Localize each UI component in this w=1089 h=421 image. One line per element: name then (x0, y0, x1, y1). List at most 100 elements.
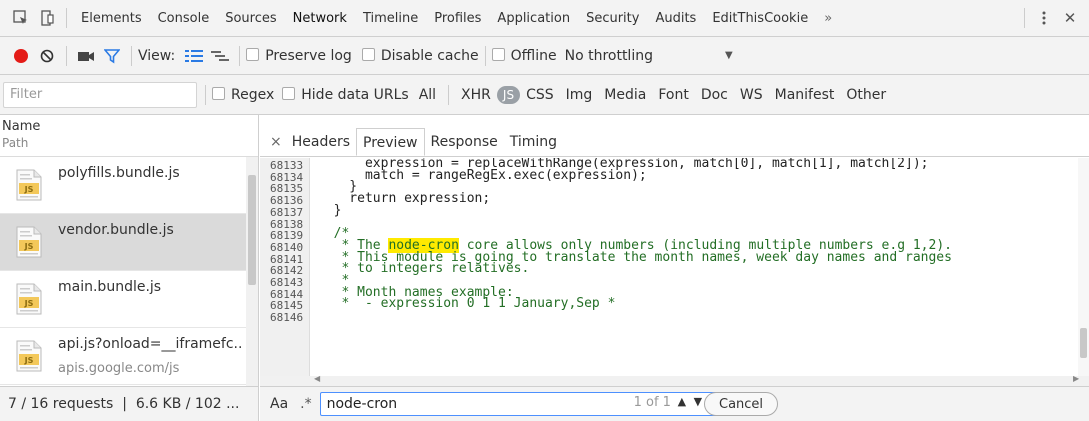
line-number: 68139 (270, 229, 304, 243)
filter-type-doc[interactable]: Doc (695, 85, 734, 105)
clear-icon[interactable] (34, 43, 60, 69)
regex-checkbox[interactable]: Regex (212, 86, 275, 103)
throttling-select[interactable]: No throttling ▼ (565, 48, 733, 64)
filter-type-all[interactable]: All (413, 85, 442, 105)
tab-network[interactable]: Network (285, 0, 355, 37)
tab-elements[interactable]: Elements (73, 0, 150, 37)
scroll-right-arrow-icon[interactable]: ▶ (1073, 374, 1079, 383)
request-row[interactable]: JS vendor.bundle.js (0, 214, 246, 271)
disable-cache-label: Disable cache (380, 47, 479, 64)
tab-console[interactable]: Console (150, 0, 218, 37)
disable-cache-checkbox[interactable]: Disable cache (361, 47, 479, 64)
code-line: match = rangeRegEx.exec(expression); (318, 167, 647, 183)
checkbox-box[interactable] (212, 86, 225, 100)
detail-tabs: × Headers Preview Response Timing (260, 115, 1089, 157)
filter-type-js[interactable]: JS (496, 85, 521, 104)
svg-text:JS: JS (24, 356, 34, 365)
name-column-header: Name (2, 119, 41, 134)
devtools-tab-bar: Elements Console Sources Network Timeline Pro… (0, 0, 1089, 37)
cancel-search-button[interactable]: Cancel (704, 392, 779, 416)
scrollbar-thumb[interactable] (1080, 328, 1087, 358)
code-line: } (318, 202, 342, 218)
regex-label: Regex (231, 86, 275, 103)
filter-type-font[interactable]: Font (652, 85, 694, 105)
js-file-icon: JS (16, 226, 42, 258)
filter-type-xhr[interactable]: XHR (455, 85, 497, 105)
overview-waterfall-icon[interactable] (207, 43, 233, 69)
preview-horizontal-scrollbar[interactable]: ◀ ▶ (260, 374, 1089, 386)
scrollbar-thumb[interactable] (248, 175, 256, 285)
filter-type-manifest[interactable]: Manifest (769, 85, 841, 105)
request-list-scrollbar[interactable] (246, 157, 258, 386)
filter-type-img[interactable]: Img (560, 85, 599, 105)
vertical-ellipsis-icon[interactable] (1031, 5, 1057, 31)
detail-tab-preview[interactable]: Preview (356, 128, 425, 156)
previous-match-icon[interactable]: ▲ (678, 395, 686, 408)
divider (239, 45, 241, 66)
divider (66, 45, 67, 66)
checkbox-box[interactable] (361, 47, 375, 61)
request-name: polyfills.bundle.js (58, 165, 180, 181)
divider (1024, 8, 1025, 28)
request-name: main.bundle.js (58, 279, 162, 295)
js-file-icon: JS (16, 283, 42, 315)
tab-timeline[interactable]: Timeline (355, 0, 426, 37)
request-row[interactable]: JS api.js?onload=__iframefc... apis.google… (0, 328, 246, 385)
panel-tabs: Elements Console Sources Network Timeline Pro… (73, 0, 816, 37)
device-toolbar-icon[interactable] (34, 5, 60, 31)
tab-audits[interactable]: Audits (647, 0, 704, 37)
svg-text:JS: JS (24, 242, 34, 251)
preview-vertical-scrollbar[interactable] (1078, 158, 1089, 376)
request-domain: apis.google.com/js (58, 361, 180, 376)
detail-tab-response[interactable]: Response (425, 128, 504, 156)
checkbox-box[interactable] (282, 86, 296, 100)
line-number: 68140 (270, 240, 304, 254)
preserve-log-checkbox[interactable]: Preserve log (246, 47, 352, 64)
request-row[interactable]: JS polyfills.bundle.js (0, 157, 246, 214)
tab-profiles[interactable]: Profiles (426, 0, 489, 37)
filter-funnel-icon[interactable] (99, 43, 125, 69)
large-rows-icon[interactable] (181, 43, 207, 69)
filter-input[interactable] (3, 81, 197, 108)
tab-editthiscookie[interactable]: EditThisCookie (704, 0, 816, 37)
close-detail-icon[interactable]: × (270, 128, 286, 156)
request-row[interactable]: JS main.bundle.js (0, 271, 246, 328)
code-line: return expression; (318, 191, 491, 207)
path-column-header: Path (2, 136, 29, 150)
screenshot-camera-icon[interactable] (73, 43, 99, 69)
filter-type-other[interactable]: Other (840, 85, 892, 105)
checkbox-box[interactable] (491, 47, 505, 61)
regex-toggle[interactable]: .* (300, 396, 311, 412)
js-file-icon: JS (16, 169, 42, 201)
match-case-toggle[interactable]: Aa (270, 396, 288, 412)
preserve-log-label: Preserve log (265, 47, 352, 64)
code-line: * - expression 0 1 1 January,Sep * (318, 296, 616, 312)
request-list-panel: Name Path JS polyfills.bundle.js JS vendor.… (0, 115, 259, 386)
request-list-header[interactable]: Name Path (0, 115, 258, 157)
close-devtools-icon[interactable]: ✕ (1057, 5, 1083, 31)
line-number: 68135 (270, 182, 304, 196)
next-match-icon[interactable]: ▼ (694, 395, 702, 408)
scroll-left-arrow-icon[interactable]: ◀ (314, 374, 320, 383)
checkbox-box[interactable] (246, 47, 260, 61)
line-number: 68136 (270, 194, 304, 208)
js-file-icon: JS (16, 340, 42, 372)
tab-application[interactable]: Application (489, 0, 578, 37)
detail-tab-headers[interactable]: Headers (286, 128, 356, 156)
filter-type-ws[interactable]: WS (734, 85, 769, 105)
more-tabs-button[interactable]: » (816, 0, 840, 37)
network-summary-bar: 7 / 16 requests | 6.6 KB / 102 ... (0, 386, 259, 421)
filter-type-css[interactable]: CSS (520, 85, 560, 105)
filter-type-media[interactable]: Media (598, 85, 652, 105)
tab-security[interactable]: Security (578, 0, 647, 37)
divider (66, 8, 67, 28)
resource-type-filters: All XHR JS CSS Img Media Font Doc WS Manifest Othe… (413, 84, 892, 105)
hide-data-urls-label: Hide data URLs (301, 86, 409, 103)
record-icon[interactable] (8, 43, 34, 69)
tab-sources[interactable]: Sources (217, 0, 284, 37)
hide-data-urls-checkbox[interactable]: Hide data URLs (282, 86, 409, 103)
inspect-element-icon[interactable] (8, 5, 34, 31)
detail-tab-timing[interactable]: Timing (504, 128, 563, 156)
offline-checkbox[interactable]: Offline (491, 47, 557, 64)
line-number: 68145 (270, 299, 304, 313)
